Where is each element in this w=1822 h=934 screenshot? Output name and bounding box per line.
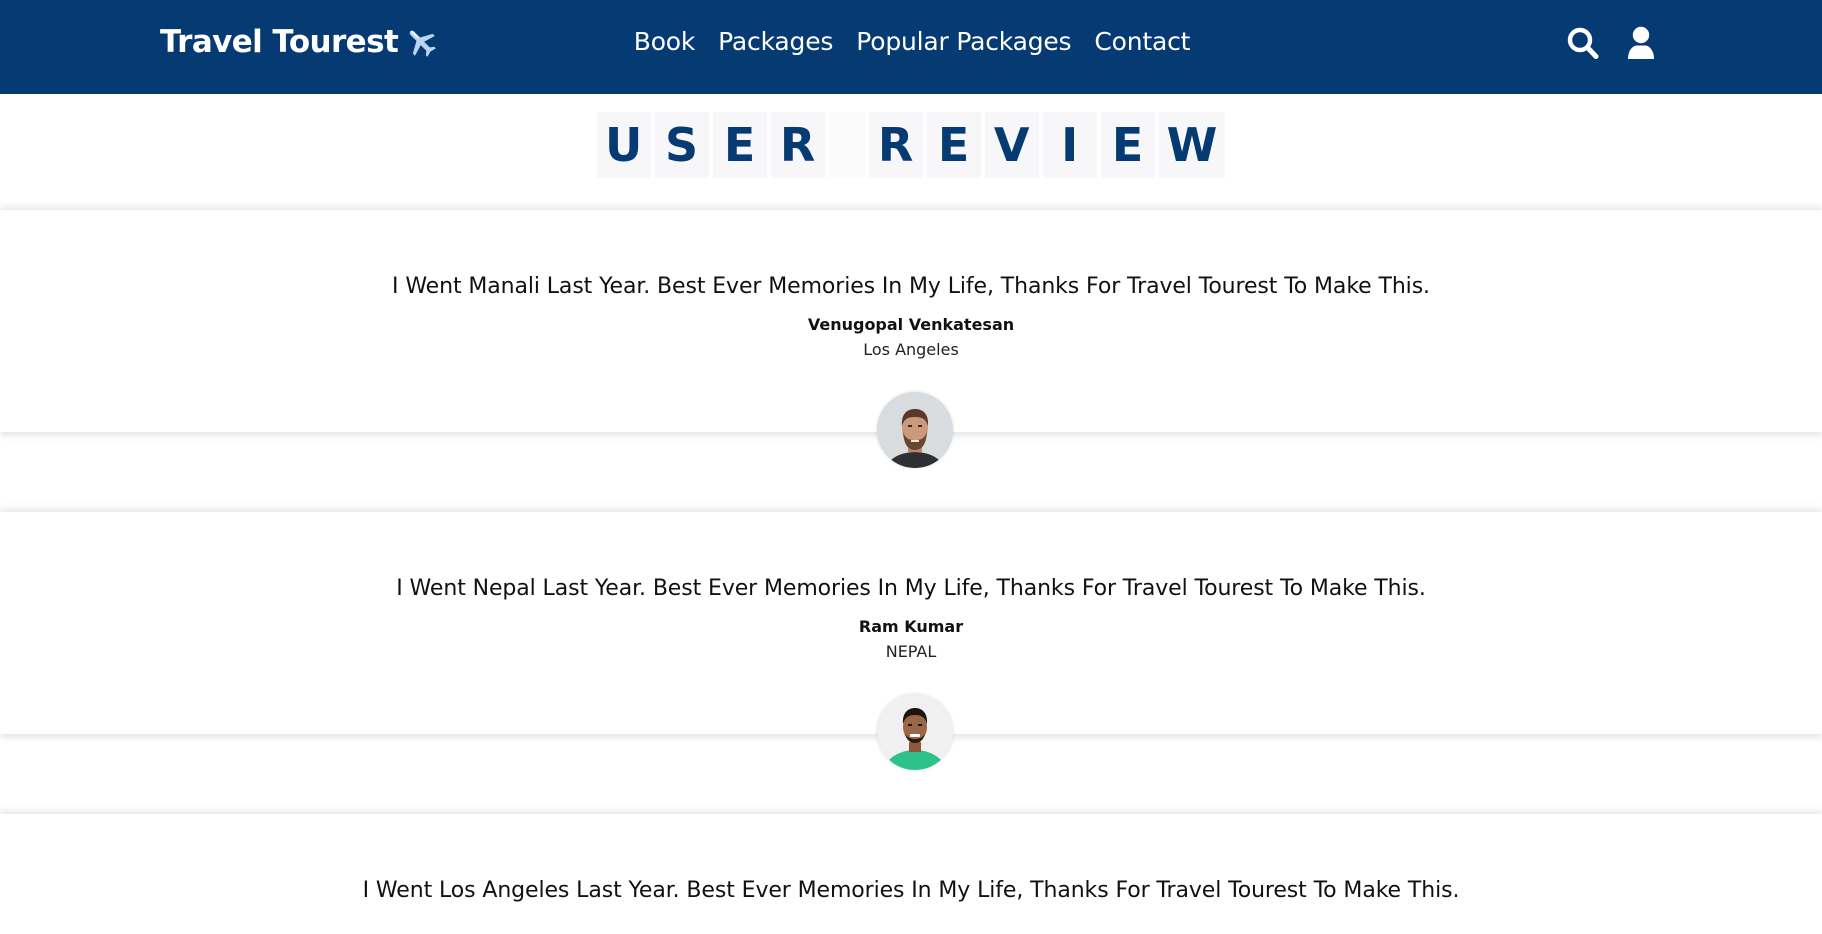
site-header: Travel Tourest Book Packages Popular Pac… [0,0,1822,94]
reviewer-name: Ram Kumar [858,617,964,636]
heading-letter: I [1042,112,1097,178]
airplane-icon [409,30,437,57]
avatar [877,392,953,468]
reviewer-photo [877,392,953,468]
reviewer-location: Los Angeles [863,340,959,359]
header-actions [1567,26,1657,60]
user-review-heading: U S E R R E V I E W [0,112,1822,178]
heading-letter: R [770,112,825,178]
heading-letter: E [712,112,767,178]
nav-packages[interactable]: Packages [718,27,833,56]
review-text: I Went Nepal Last Year. Best Ever Memori… [396,576,1426,601]
heading-letters: U S E R R E V I E W [596,112,1226,178]
reviewer-location: NEPAL [885,642,937,661]
avatar [877,694,953,770]
review-text: I Went Los Angeles Last Year. Best Ever … [362,878,1460,903]
reviewer-photo [877,694,953,770]
reviewer-name: Venugopal Venkatesan [807,315,1015,334]
review-card-band [0,814,1822,934]
heading-letter: R [868,112,923,178]
logo-text: Travel Tourest [160,24,399,60]
heading-letter: V [984,112,1039,178]
review-card: I Went Nepal Last Year. Best Ever Memori… [0,576,1822,661]
user-icon[interactable] [1625,26,1657,60]
heading-letter: E [1100,112,1155,178]
review-card: I Went Manali Last Year. Best Ever Memor… [0,274,1822,359]
heading-letter: S [654,112,709,178]
heading-letter-space [828,112,865,178]
heading-letter: U [596,112,651,178]
heading-letter: E [926,112,981,178]
nav-contact[interactable]: Contact [1094,27,1190,56]
review-text: I Went Manali Last Year. Best Ever Memor… [392,274,1430,299]
nav-book[interactable]: Book [634,27,696,56]
search-icon[interactable] [1567,26,1599,60]
heading-letter: W [1158,112,1226,178]
review-card: I Went Los Angeles Last Year. Best Ever … [0,878,1822,903]
nav-popular-packages[interactable]: Popular Packages [856,27,1071,56]
logo-link[interactable]: Travel Tourest [160,24,438,60]
